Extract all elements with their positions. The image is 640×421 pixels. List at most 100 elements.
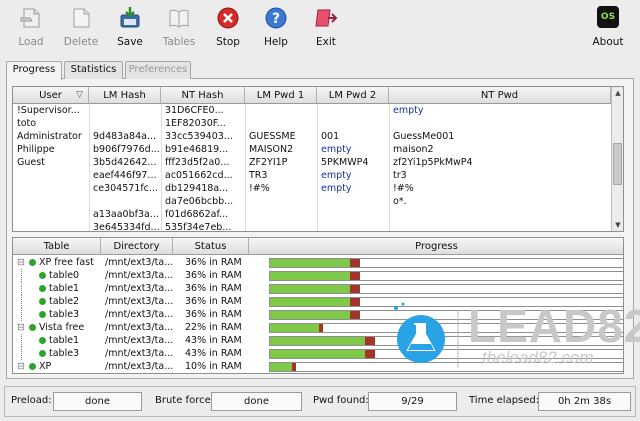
status-cell: 43% in RAM	[185, 348, 242, 359]
table-cell	[317, 104, 389, 117]
hash-table-scrollbar[interactable]: ▲ ▼	[611, 87, 623, 231]
progress-fill	[270, 272, 350, 280]
table-row[interactable]: ⊟ XP free fast/mnt/ext3/ta... 36% in RAM	[13, 256, 623, 269]
tab-statistics[interactable]: Statistics	[64, 61, 123, 79]
scroll-up-arrow-icon[interactable]: ▲	[612, 87, 623, 99]
tables-button[interactable]: Tables	[154, 6, 204, 48]
progress-bar	[269, 271, 623, 281]
directory-cell: /mnt/ext3/ta...	[105, 257, 173, 268]
table-row[interactable]: table1/mnt/ext3/ta... 36% in RAM	[13, 282, 623, 295]
table-row[interactable]: toto 1EF82030F...	[13, 117, 611, 130]
status-cell: 22% in RAM	[185, 322, 242, 333]
progress-bar	[269, 258, 623, 268]
delete-button[interactable]: Delete	[56, 6, 106, 48]
progress-marker	[319, 324, 323, 332]
table-row[interactable]: 3e645334fd... 535f34e7eb...	[13, 221, 611, 232]
load-icon	[19, 6, 43, 30]
table-name: table2	[49, 296, 80, 307]
table-row[interactable]: eaef446f97... ac051662cd... TR3 empty tr3	[13, 169, 611, 182]
brand-url: thelead82.com	[482, 348, 594, 367]
col-user[interactable]: User ▽	[13, 87, 89, 104]
status-cell: 36% in RAM	[185, 257, 242, 268]
save-button[interactable]: Save	[105, 6, 155, 48]
table-name: table3	[49, 348, 80, 359]
preload-value: done	[53, 392, 142, 411]
status-dot-icon	[39, 349, 46, 357]
scroll-thumb[interactable]	[613, 143, 622, 185]
stop-button[interactable]: Stop	[203, 6, 253, 48]
exit-button[interactable]: Exit	[301, 6, 351, 48]
table-cell: 5PKMWP4	[321, 157, 369, 168]
help-button[interactable]: ? Help	[251, 6, 301, 48]
col-table[interactable]: Table	[13, 238, 101, 255]
table-cell: 1EF82030F...	[165, 118, 226, 129]
progress-fill	[270, 285, 350, 293]
progress-fill	[270, 324, 319, 332]
table-cell	[13, 169, 89, 182]
help-label: Help	[264, 36, 288, 48]
progress-fill	[270, 259, 350, 267]
tab-progress[interactable]: Progress	[6, 61, 62, 80]
col-nt-pwd[interactable]: NT Pwd	[389, 87, 611, 104]
table-cell: empty	[321, 144, 352, 155]
table-row[interactable]: Philippe b906f7976d... b91e46819... MAISON2…	[13, 143, 611, 156]
about-button[interactable]: OS About	[583, 6, 633, 48]
scroll-down-arrow-icon[interactable]: ▼	[612, 219, 623, 231]
table-row[interactable]: !Supervisor... 31D6CFE0... empty	[13, 104, 611, 117]
table-row[interactable]: a13aa0bf3a... f01d6862af...	[13, 208, 611, 221]
save-icon	[118, 6, 142, 30]
time-elapsed-label: Time elapsed:	[469, 395, 540, 406]
brute-force-value: done	[211, 392, 302, 411]
progress-marker	[365, 337, 375, 345]
tab-preferences[interactable]: Preferences	[125, 61, 191, 79]
table-cell	[89, 104, 161, 117]
table-name-cell: table2	[39, 295, 101, 308]
progress-marker	[350, 259, 360, 267]
col-status[interactable]: Status	[173, 238, 249, 255]
table-row[interactable]: ce304571fc... db129418a... !#% empty !#%	[13, 182, 611, 195]
table-cell: maison2	[393, 144, 434, 155]
table-name-cell: table0	[39, 269, 101, 282]
status-dot-icon	[39, 284, 46, 292]
delete-label: Delete	[63, 36, 99, 48]
directory-cell: /mnt/ext3/ta...	[105, 348, 173, 359]
delete-icon	[69, 6, 93, 30]
status-dot-icon	[39, 310, 46, 318]
status-dot-icon	[29, 362, 36, 370]
col-lm-hash[interactable]: LM Hash	[89, 87, 161, 104]
table-cell: empty	[321, 183, 352, 194]
col-lm-pwd2[interactable]: LM Pwd 2	[317, 87, 389, 104]
table-cell: 535f34e7eb...	[165, 222, 232, 232]
table-cell	[245, 104, 317, 117]
col-directory[interactable]: Directory	[101, 238, 173, 255]
table-cell: 33cc539403...	[165, 131, 233, 142]
table-cell	[317, 117, 389, 130]
col-progress[interactable]: Progress	[249, 238, 623, 255]
directory-cell: /mnt/ext3/ta...	[105, 283, 173, 294]
table-row[interactable]: da7e06bcbb... o*.	[13, 195, 611, 208]
table-cell: da7e06bcbb...	[165, 196, 234, 207]
status-dot-icon	[39, 297, 46, 305]
table-cell: tr3	[393, 170, 407, 181]
col-lm-pwd1[interactable]: LM Pwd 1	[245, 87, 317, 104]
table-cell: fff23d5f2a0...	[165, 157, 230, 168]
table-row[interactable]: Guest 3b5d42642... fff23d5f2a0... ZF2YI1P 5P…	[13, 156, 611, 169]
load-button[interactable]: Load	[6, 6, 56, 48]
tables-book-icon	[167, 6, 191, 30]
directory-cell: /mnt/ext3/ta...	[105, 296, 173, 307]
table-row[interactable]: table0/mnt/ext3/ta... 36% in RAM	[13, 269, 623, 282]
lead82-watermark: LEAD82 thelead82.com	[392, 300, 640, 375]
brute-force-label: Brute force:	[155, 395, 215, 406]
table-cell	[389, 117, 611, 130]
preload-label: Preload:	[11, 395, 52, 406]
table-cell: 3b5d42642...	[93, 157, 157, 168]
table-name: table1	[49, 283, 80, 294]
status-cell: 10% in RAM	[185, 361, 242, 372]
table-name: table0	[49, 270, 80, 281]
table-name: table3	[49, 309, 80, 320]
table-row[interactable]: Administrator 9d483a84a... 33cc539403... GU…	[13, 130, 611, 143]
help-icon: ?	[264, 6, 288, 30]
table-cell: zf2Yi1p5PkMwP4	[393, 157, 473, 168]
col-nt-hash[interactable]: NT Hash	[161, 87, 245, 104]
table-name-cell: XP	[29, 360, 101, 373]
